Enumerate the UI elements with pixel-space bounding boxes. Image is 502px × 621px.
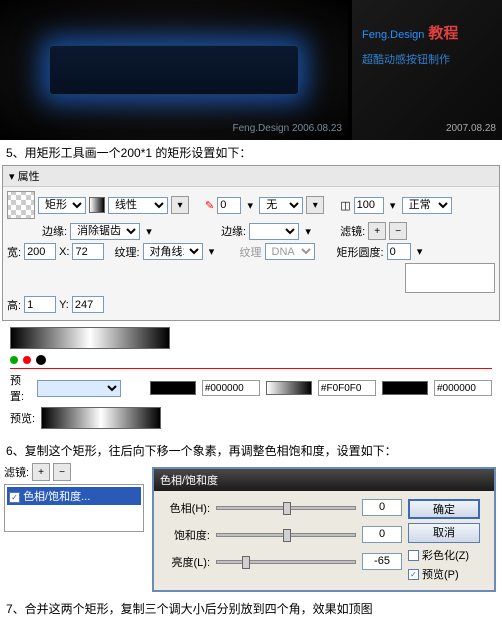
filter-list[interactable] xyxy=(405,263,495,293)
colorize-checkbox[interactable] xyxy=(408,550,419,561)
lightness-label: 亮度(L): xyxy=(162,554,210,570)
saturation-value[interactable]: 0 xyxy=(362,526,402,543)
hue-saturation-dialog: 色相/饱和度 色相(H): 0 饱和度: 0 亮度(L): -65 xyxy=(152,467,496,592)
color-value-3[interactable] xyxy=(434,380,492,396)
fill-preview-swatch[interactable] xyxy=(7,191,35,219)
x-input[interactable] xyxy=(72,243,104,260)
texture-dna-select: DNA xyxy=(265,243,315,260)
y-label: Y: xyxy=(59,299,69,311)
remove-filter-button[interactable]: − xyxy=(53,463,71,481)
texture-label: 纹理: xyxy=(114,244,139,260)
saturation-slider[interactable] xyxy=(216,533,356,537)
stop-indicator[interactable] xyxy=(36,355,46,365)
color-value-1[interactable] xyxy=(202,380,260,396)
step-7-text: 7、合并这两个矩形，复制三个调大小后分别放到四个角，效果如顶图 xyxy=(0,596,502,621)
preset-select[interactable] xyxy=(37,380,121,397)
stepper-icon[interactable]: ▾ xyxy=(244,199,256,212)
cancel-button[interactable]: 取消 xyxy=(408,523,480,543)
gradient-preview-bar[interactable] xyxy=(10,327,170,349)
height-input[interactable] xyxy=(24,296,56,313)
dialog-title: 色相/饱和度 xyxy=(154,469,494,491)
pencil-icon[interactable]: ✎ xyxy=(205,199,214,212)
stepper-icon[interactable]: ▾ xyxy=(387,199,399,212)
shape-type-select[interactable]: 矩形 xyxy=(38,197,86,214)
lightness-value[interactable]: -65 xyxy=(362,553,402,570)
lightness-slider[interactable] xyxy=(216,560,356,564)
tutorial-subtitle: 超酷动感按钮制作 xyxy=(362,51,492,67)
roundness-input[interactable] xyxy=(387,243,411,260)
preset-label: 预置: xyxy=(10,372,31,404)
y-input[interactable] xyxy=(72,296,104,313)
add-filter-button[interactable]: + xyxy=(368,222,386,240)
color-stop-1[interactable] xyxy=(150,381,196,395)
width-label: 宽: xyxy=(7,244,21,260)
step-5-text: 5、用矩形工具画一个200*1 的矩形设置如下： xyxy=(0,140,502,165)
fill-type-select[interactable]: 线性 xyxy=(108,197,168,214)
color-value-2[interactable] xyxy=(318,380,376,396)
color-stop-3[interactable] xyxy=(382,381,428,395)
edge-label-2: 边缘: xyxy=(221,223,246,239)
blend-mode-select[interactable]: 正常 xyxy=(402,197,452,214)
step-6-text: 6、复制这个矩形，往后向下移一个象素，再调整色相饱和度，设置如下： xyxy=(0,438,502,463)
add-filter-button[interactable]: + xyxy=(32,463,50,481)
properties-title[interactable]: ▾ 属性 xyxy=(3,166,499,187)
color-stop-2[interactable] xyxy=(266,381,312,395)
tutorial-title: Feng.Design教程 xyxy=(362,22,492,43)
edge-select[interactable]: 消除锯齿 xyxy=(70,223,140,240)
opacity-input[interactable] xyxy=(354,197,384,214)
stop-indicator[interactable] xyxy=(23,356,31,364)
preview-label: 预览(P) xyxy=(422,566,459,582)
properties-panel: ▾ 属性 矩形 线性 ▾ ✎ ▾ 无 ▾ ◫ ▾ 正常 边缘: 消除锯齿 ▾ xyxy=(2,165,500,321)
remove-filter-button[interactable]: − xyxy=(389,222,407,240)
preview-checkbox[interactable]: ✓ xyxy=(408,569,419,580)
filter-list-box[interactable]: ✓ 色相/饱和度... xyxy=(4,484,144,532)
preview-panel-left: Feng.Design 2006.08.23 xyxy=(0,0,348,140)
preview-label: 预览: xyxy=(10,410,35,426)
edge-select-2[interactable] xyxy=(249,223,299,240)
tutorial-date: 2007.08.28 xyxy=(446,123,496,134)
colorize-label: 彩色化(Z) xyxy=(422,547,469,563)
connector-line xyxy=(10,368,492,369)
fill-options-icon[interactable]: ▾ xyxy=(171,196,189,214)
stroke-width-input[interactable] xyxy=(217,197,241,214)
hue-slider[interactable] xyxy=(216,506,356,510)
width-input[interactable] xyxy=(24,243,56,260)
filter-label: 滤镜: xyxy=(340,223,365,239)
edge-label: 边缘: xyxy=(42,223,67,239)
ok-button[interactable]: 确定 xyxy=(408,499,480,519)
hue-label: 色相(H): xyxy=(162,500,210,516)
opacity-icon: ◫ xyxy=(340,199,350,212)
filter-picker: 滤镜: + − ✓ 色相/饱和度... xyxy=(4,463,144,596)
hue-value[interactable]: 0 xyxy=(362,499,402,516)
filter-item-selected[interactable]: ✓ 色相/饱和度... xyxy=(7,487,141,505)
saturation-label: 饱和度: xyxy=(162,527,210,543)
gradient-preview-large xyxy=(41,407,161,429)
stroke-style-select[interactable]: 无 xyxy=(259,197,303,214)
stop-indicator[interactable] xyxy=(10,356,18,364)
texture-select[interactable]: 对角线1 xyxy=(143,243,203,260)
glow-button-preview xyxy=(49,45,299,95)
height-label: 高: xyxy=(7,297,21,313)
stroke-options-icon[interactable]: ▾ xyxy=(306,196,324,214)
preview-panel-right: Feng.Design教程 超酷动感按钮制作 2007.08.28 xyxy=(352,0,502,140)
fill-color-swatch[interactable] xyxy=(89,197,105,213)
preview-caption: Feng.Design 2006.08.23 xyxy=(232,123,342,134)
roundness-label: 矩形圆度: xyxy=(337,244,384,260)
x-label: X: xyxy=(59,246,69,258)
